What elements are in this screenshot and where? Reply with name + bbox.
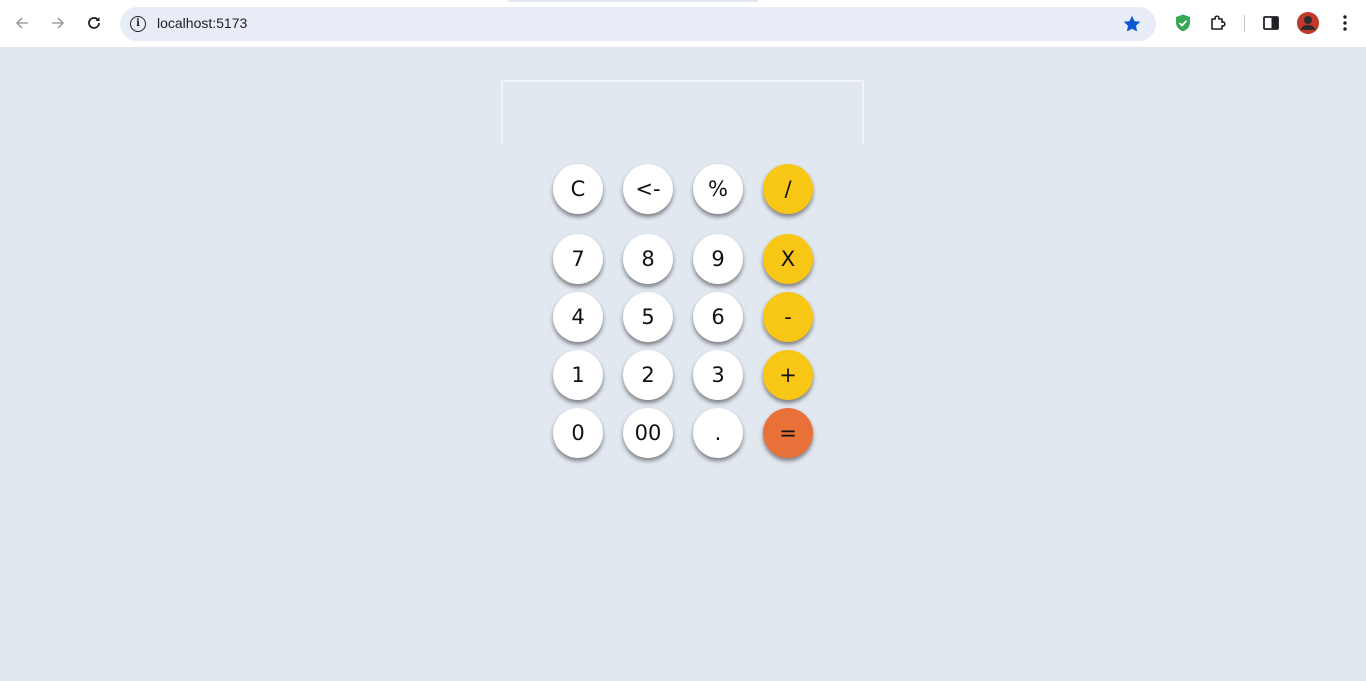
address-bar[interactable]: i localhost:5173 xyxy=(120,7,1156,41)
calc-key-20[interactable]: = xyxy=(763,408,813,458)
info-icon[interactable]: i xyxy=(130,16,146,32)
calc-key-17[interactable]: 0 xyxy=(553,408,603,458)
arrow-left-icon[interactable] xyxy=(9,10,35,36)
calc-key-15[interactable]: 3 xyxy=(693,350,743,400)
calc-key-8[interactable]: X xyxy=(763,234,813,284)
kebab-menu-icon[interactable] xyxy=(1334,12,1356,34)
calc-key-1[interactable]: C xyxy=(553,164,603,214)
url-text[interactable]: localhost:5173 xyxy=(157,15,247,31)
avatar[interactable] xyxy=(1297,12,1319,34)
reload-icon[interactable] xyxy=(81,10,107,36)
puzzle-icon[interactable] xyxy=(1207,12,1229,34)
calc-key-18[interactable]: 00 xyxy=(623,408,673,458)
star-icon[interactable] xyxy=(1122,14,1142,34)
side-panel-icon[interactable] xyxy=(1260,12,1282,34)
calc-key-7[interactable]: 9 xyxy=(693,234,743,284)
calc-key-2[interactable]: <- xyxy=(623,164,673,214)
calc-key-19[interactable]: . xyxy=(693,408,743,458)
calc-key-13[interactable]: 1 xyxy=(553,350,603,400)
calc-key-11[interactable]: 6 xyxy=(693,292,743,342)
calc-key-3[interactable]: % xyxy=(693,164,743,214)
shield-check-icon[interactable] xyxy=(1172,12,1194,34)
browser-toolbar: i localhost:5173 xyxy=(0,0,1366,47)
calc-key-14[interactable]: 2 xyxy=(623,350,673,400)
active-tab-edge xyxy=(508,0,758,2)
info-glyph: i xyxy=(136,18,140,29)
arrow-right-icon[interactable] xyxy=(45,10,71,36)
calc-key-9[interactable]: 4 xyxy=(553,292,603,342)
calc-key-16[interactable]: + xyxy=(763,350,813,400)
calc-key-4[interactable]: / xyxy=(763,164,813,214)
calc-key-10[interactable]: 5 xyxy=(623,292,673,342)
toolbar-divider xyxy=(1244,15,1245,32)
calculator-display xyxy=(501,80,864,144)
calc-key-12[interactable]: - xyxy=(763,292,813,342)
calc-key-6[interactable]: 8 xyxy=(623,234,673,284)
calc-key-5[interactable]: 7 xyxy=(553,234,603,284)
